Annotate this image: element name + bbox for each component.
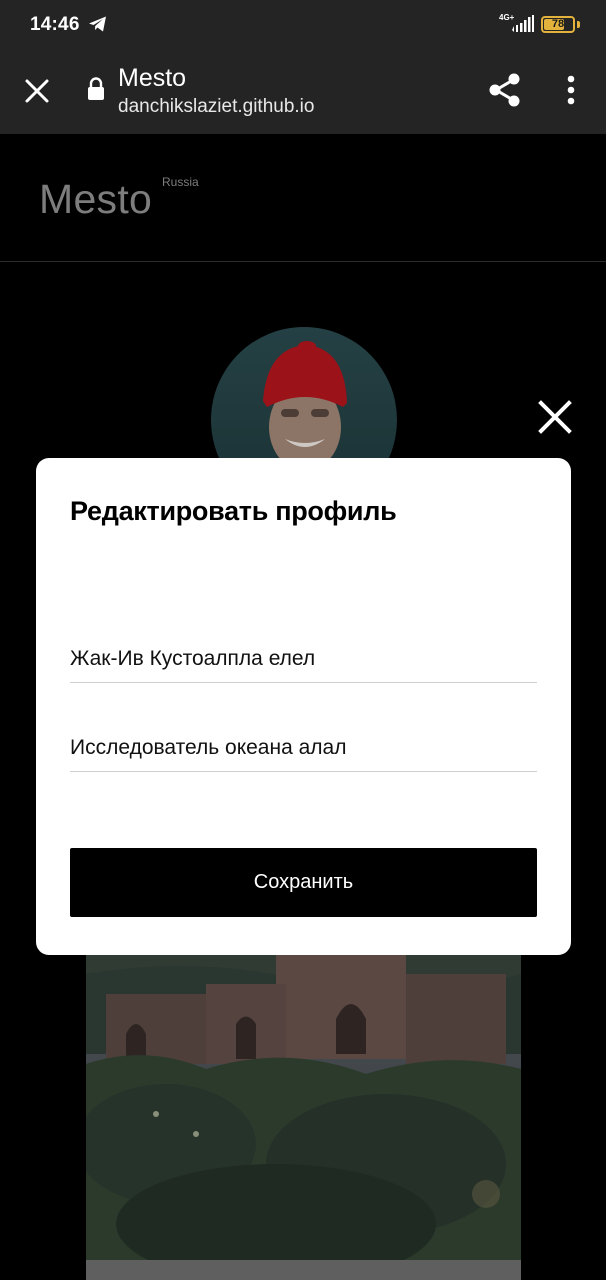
lock-icon (88, 77, 104, 100)
site-header: Mesto Russia (0, 134, 606, 262)
telegram-icon (89, 16, 106, 32)
close-icon[interactable] (22, 76, 52, 106)
page-title: Mesto (118, 64, 187, 92)
name-input[interactable] (70, 635, 537, 683)
signal-icon (512, 15, 534, 32)
popup-title: Редактировать профиль (70, 496, 397, 526)
page-url[interactable]: danchikslaziet.github.io (118, 96, 314, 118)
status-time: 14:46 (30, 14, 80, 35)
battery-level: 78 (551, 18, 565, 30)
popup-close-icon[interactable] (536, 398, 574, 436)
share-icon[interactable] (487, 72, 521, 108)
browser-toolbar: Mesto danchikslaziet.github.io (0, 50, 606, 134)
site-logo[interactable]: Mesto (39, 176, 152, 223)
logo-superscript: Russia (162, 175, 199, 189)
battery-icon: 78 (541, 16, 575, 33)
place-card-footer (86, 1260, 521, 1280)
about-input[interactable] (70, 724, 537, 772)
save-button[interactable]: Сохранить (70, 848, 537, 917)
battery-tip (577, 21, 580, 28)
status-bar: 14:46 4G+ 78 (0, 0, 606, 50)
edit-profile-popup: Редактировать профиль Сохранить (36, 458, 571, 955)
more-vert-icon[interactable] (560, 74, 582, 108)
